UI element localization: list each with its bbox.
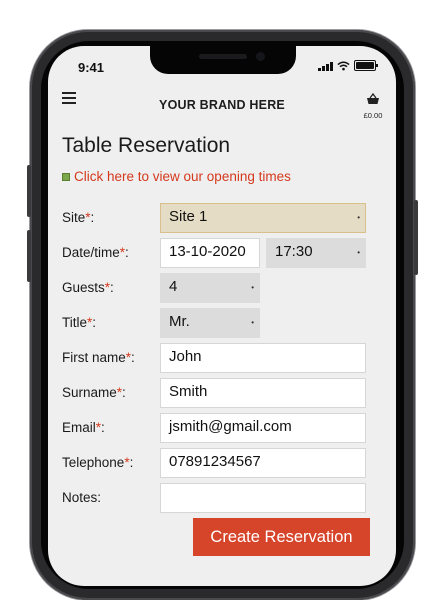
surname-label: Surname*: <box>62 385 126 400</box>
first-name-label: First name*: <box>62 350 135 365</box>
time-value: 17:30 <box>275 243 313 260</box>
guests-label: Guests*: <box>62 280 114 295</box>
first-name-value: John <box>169 348 202 365</box>
page-title: Table Reservation <box>62 134 231 157</box>
create-reservation-button[interactable]: Create Reservation <box>193 518 370 556</box>
time-select[interactable]: 17:30 • <box>266 238 366 268</box>
opening-times-link[interactable]: Click here to view our opening times <box>62 169 291 184</box>
app-header: YOUR BRAND HERE £0.00 <box>48 92 396 120</box>
site-select[interactable]: Site 1 • <box>160 203 366 233</box>
surname-value: Smith <box>169 383 208 400</box>
dropdown-dot-icon: • <box>251 283 254 292</box>
email-input[interactable]: jsmith@gmail.com <box>160 413 366 443</box>
email-label: Email*: <box>62 420 105 435</box>
surname-input[interactable]: Smith <box>160 378 366 408</box>
site-label: Site*: <box>62 210 95 225</box>
title-value: Mr. <box>169 313 190 330</box>
status-icons <box>318 60 378 71</box>
basket-button[interactable]: £0.00 <box>360 92 386 120</box>
signal-icon <box>318 61 333 71</box>
dropdown-dot-icon: • <box>357 213 360 222</box>
date-input[interactable]: 13-10-2020 <box>160 238 260 268</box>
datetime-label: Date/time*: <box>62 245 129 260</box>
telephone-label: Telephone*: <box>62 455 134 470</box>
notch <box>150 46 296 74</box>
site-value: Site 1 <box>169 208 208 225</box>
speaker <box>199 54 247 59</box>
title-select[interactable]: Mr. • <box>160 308 260 338</box>
dropdown-dot-icon: • <box>251 318 254 327</box>
wifi-icon <box>337 61 350 70</box>
email-value: jsmith@gmail.com <box>169 418 292 435</box>
telephone-input[interactable]: 07891234567 <box>160 448 366 478</box>
basket-icon <box>367 92 379 104</box>
calendar-icon <box>62 172 70 181</box>
basket-price: £0.00 <box>363 111 383 120</box>
notes-input[interactable] <box>160 483 366 513</box>
guests-select[interactable]: 4 • <box>160 273 260 303</box>
power-button <box>414 200 418 275</box>
volume-button <box>27 230 31 282</box>
date-value: 13-10-2020 <box>169 243 246 260</box>
notes-label: Notes: <box>62 490 102 505</box>
volume-button <box>27 165 31 217</box>
first-name-input[interactable]: John <box>160 343 366 373</box>
brand-name: YOUR BRAND HERE <box>159 98 285 112</box>
camera <box>256 52 265 61</box>
battery-icon <box>354 60 378 71</box>
guests-value: 4 <box>169 278 178 295</box>
title-label: Title*: <box>62 315 97 330</box>
dropdown-dot-icon: • <box>357 248 360 257</box>
phone-screen: 9:41 YOUR BRAND HERE £0.00 Table Reserva… <box>48 46 396 586</box>
status-time: 9:41 <box>78 60 105 75</box>
opening-times-label: Click here to view our opening times <box>74 169 291 184</box>
telephone-value: 07891234567 <box>169 453 261 470</box>
